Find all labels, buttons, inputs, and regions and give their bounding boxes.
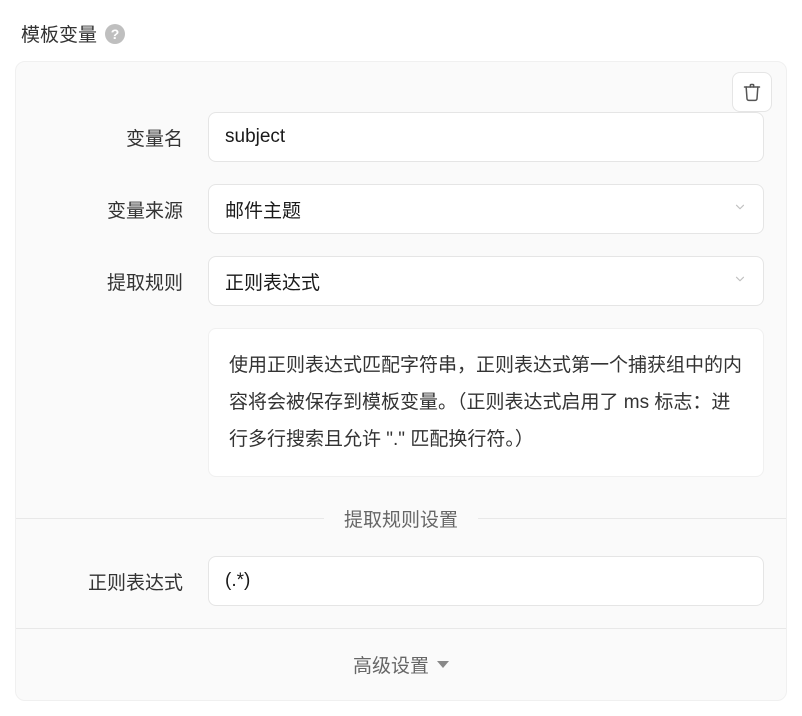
caret-down-icon [437,661,449,668]
extract-rule-value: 正则表达式 [225,268,320,295]
divider-rule-label: 提取规则设置 [324,505,478,532]
delete-button[interactable] [732,72,772,112]
divider-rule-settings: 提取规则设置 [16,505,786,532]
chevron-down-icon [733,272,747,291]
card-actions [732,72,772,112]
extract-rule-select[interactable]: 正则表达式 [208,256,764,306]
chevron-down-icon [733,200,747,219]
row-regex: 正则表达式 [38,556,764,606]
help-icon[interactable]: ? [105,24,125,44]
regex-input[interactable] [208,556,764,606]
extract-rule-label: 提取规则 [38,268,208,295]
trash-icon [742,82,762,102]
variable-source-value: 邮件主题 [225,196,301,223]
section-header: 模板变量 ? [15,20,787,47]
advanced-settings-label: 高级设置 [353,651,429,678]
variable-card: 变量名 变量来源 邮件主题 提取规则 正则表达式 使用正 [15,61,787,701]
variable-source-select[interactable]: 邮件主题 [208,184,764,234]
row-extract-rule: 提取规则 正则表达式 [38,256,764,306]
regex-label: 正则表达式 [38,568,208,595]
variable-name-label: 变量名 [38,124,208,151]
row-variable-name: 变量名 [38,112,764,162]
row-variable-source: 变量来源 邮件主题 [38,184,764,234]
variable-name-input[interactable] [208,112,764,162]
variable-source-label: 变量来源 [38,196,208,223]
help-text: 使用正则表达式匹配字符串，正则表达式第一个捕获组中的内容将会被保存到模板变量。（… [208,328,764,477]
help-text-row: 使用正则表达式匹配字符串，正则表达式第一个捕获组中的内容将会被保存到模板变量。（… [38,328,764,477]
section-title: 模板变量 [21,20,97,47]
advanced-settings-toggle[interactable]: 高级设置 [16,628,786,700]
